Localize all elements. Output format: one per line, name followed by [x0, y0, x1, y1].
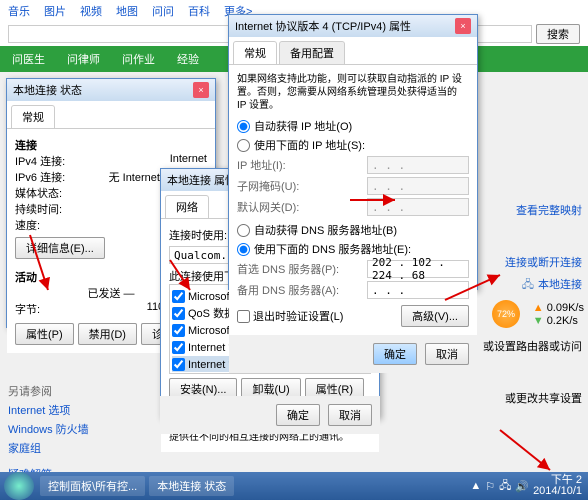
nav-music[interactable]: 音乐 — [8, 3, 30, 19]
net-up-speed: ▲ 0.09K/s — [533, 302, 584, 315]
radio-auto-dns-label: 自动获得 DNS 服务器地址(B) — [254, 222, 397, 238]
subnet-mask-field: . . . — [367, 177, 469, 195]
ipv4-cancel-button[interactable]: 取消 — [425, 343, 469, 365]
nav-wiki[interactable]: 百科 — [188, 3, 210, 19]
chk-item[interactable] — [172, 324, 185, 337]
titlebar-ipv4[interactable]: Internet 协议版本 4 (TCP/IPv4) 属性 × — [229, 15, 477, 37]
tab-general-ipv4[interactable]: 常规 — [233, 41, 277, 64]
nav-ask[interactable]: 问问 — [152, 3, 174, 19]
net-down-speed: ▼ 0.2K/s — [533, 315, 584, 328]
start-button[interactable] — [4, 472, 34, 500]
cat-doctor[interactable]: 问医生 — [12, 51, 45, 67]
tray-volume-icon[interactable]: 🔊 — [515, 480, 529, 493]
bytes-label: 字节: — [15, 301, 40, 317]
link-homegroup[interactable]: 家庭组 — [8, 440, 89, 456]
link-internet-options[interactable]: Internet 选项 — [8, 402, 89, 418]
radio-manual-ip[interactable] — [237, 139, 250, 152]
ip-address-field: . . . — [367, 156, 469, 174]
nav-image[interactable]: 图片 — [44, 3, 66, 19]
tab-general[interactable]: 常规 — [11, 105, 55, 128]
tray-network-icon[interactable]: 🖧 — [499, 477, 511, 496]
cat-exp[interactable]: 经验 — [177, 51, 199, 67]
dns2-field[interactable]: . . . — [367, 281, 469, 299]
system-tray[interactable]: ▲ ⚐ 🖧 🔊 下午 2 2014/10/1 — [464, 475, 588, 497]
chk-item[interactable] — [172, 358, 185, 371]
taskbar[interactable]: 控制面板\所有控... 本地连接 状态 ▲ ⚐ 🖧 🔊 下午 2 2014/10… — [0, 472, 588, 500]
chk-validate[interactable] — [237, 310, 250, 323]
taskbar-item-control-panel[interactable]: 控制面板\所有控... — [40, 476, 145, 496]
text-router-setup: 或设置路由器或访问 — [483, 336, 582, 358]
ipv4-intro-text: 如果网络支持此功能，则可以获取自动指派的 IP 设置。否则，您需要从网络系统管理… — [237, 73, 469, 112]
ipv4-ok-button[interactable]: 确定 — [373, 343, 417, 365]
tray-icon[interactable]: ⚐ — [485, 480, 495, 493]
link-firewall[interactable]: Windows 防火墙 — [8, 421, 89, 437]
tray-icon[interactable]: ▲ — [470, 480, 481, 492]
window-title: 本地连接 状态 — [13, 82, 82, 98]
list-item[interactable]: 链路层拓扑发现映射器 I/O 驱动程序 — [188, 373, 363, 374]
gateway-label: 默认网关(D): — [237, 199, 367, 215]
percent-badge: 72% — [492, 300, 520, 328]
cat-lawyer[interactable]: 问律师 — [67, 51, 100, 67]
tab-alternate[interactable]: 备用配置 — [279, 41, 345, 64]
link-local-connection[interactable]: 本地连接 — [538, 274, 582, 296]
subnet-mask-label: 子网掩码(U): — [237, 178, 367, 194]
search-button[interactable]: 搜索 — [536, 24, 580, 44]
see-also-heading: 另请参阅 — [8, 383, 89, 399]
chk-validate-label: 退出时验证设置(L) — [253, 308, 343, 324]
chk-item[interactable] — [172, 341, 185, 354]
ipv4-properties-dialog: Internet 协议版本 4 (TCP/IPv4) 属性 × 常规 备用配置 … — [228, 14, 478, 290]
link-full-map[interactable]: 查看完整映射 — [483, 200, 582, 222]
cat-homework[interactable]: 问作业 — [122, 51, 155, 67]
ip-address-label: IP 地址(I): — [237, 157, 367, 173]
titlebar-local-status[interactable]: 本地连接 状态 × — [7, 79, 215, 101]
disable-button[interactable]: 禁用(D) — [78, 323, 137, 345]
chk-item[interactable] — [172, 307, 185, 320]
tab-network[interactable]: 网络 — [165, 195, 209, 218]
chk-item[interactable] — [172, 290, 185, 303]
text-share-settings: 或更改共享设置 — [483, 388, 582, 410]
ipv4-label: IPv4 连接: — [15, 153, 65, 169]
window-title: 本地连接 属性 — [167, 172, 236, 188]
close-icon[interactable]: × — [193, 82, 209, 98]
radio-auto-ip[interactable] — [237, 120, 250, 133]
link-connect-disconnect[interactable]: 连接或断开连接 — [483, 252, 582, 274]
radio-auto-dns[interactable] — [237, 224, 250, 237]
ipv4-value: Internet — [170, 153, 207, 169]
props-cancel-button[interactable]: 取消 — [328, 404, 372, 426]
ipv6-label: IPv6 连接: — [15, 169, 65, 185]
nav-video[interactable]: 视频 — [80, 3, 102, 19]
dns1-label: 首选 DNS 服务器(P): — [237, 261, 367, 277]
props-ok-button[interactable]: 确定 — [276, 404, 320, 426]
dns2-label: 备用 DNS 服务器(A): — [237, 282, 367, 298]
properties-button[interactable]: 属性(P) — [15, 323, 74, 345]
network-icon: 🖧 — [522, 274, 534, 296]
taskbar-item-local-conn[interactable]: 本地连接 状态 — [149, 476, 234, 496]
window-title: Internet 协议版本 4 (TCP/IPv4) 属性 — [235, 18, 411, 34]
gateway-field: . . . — [367, 198, 469, 216]
radio-manual-ip-label: 使用下面的 IP 地址(S): — [254, 137, 365, 153]
section-connection: 连接 — [15, 137, 207, 153]
radio-manual-dns-label: 使用下面的 DNS 服务器地址(E): — [254, 241, 411, 257]
dns1-field[interactable]: 202 . 102 . 224 . 68 — [367, 260, 469, 278]
close-icon[interactable]: × — [455, 18, 471, 34]
details-button[interactable]: 详细信息(E)... — [15, 237, 105, 259]
clock-date: 2014/10/1 — [533, 486, 582, 497]
see-also-section: 另请参阅 Internet 选项 Windows 防火墙 家庭组 疑难解答 — [8, 380, 89, 485]
radio-manual-dns[interactable] — [237, 243, 250, 256]
nav-map[interactable]: 地图 — [116, 3, 138, 19]
advanced-button[interactable]: 高级(V)... — [401, 305, 469, 327]
radio-auto-ip-label: 自动获得 IP 地址(O) — [254, 118, 352, 134]
